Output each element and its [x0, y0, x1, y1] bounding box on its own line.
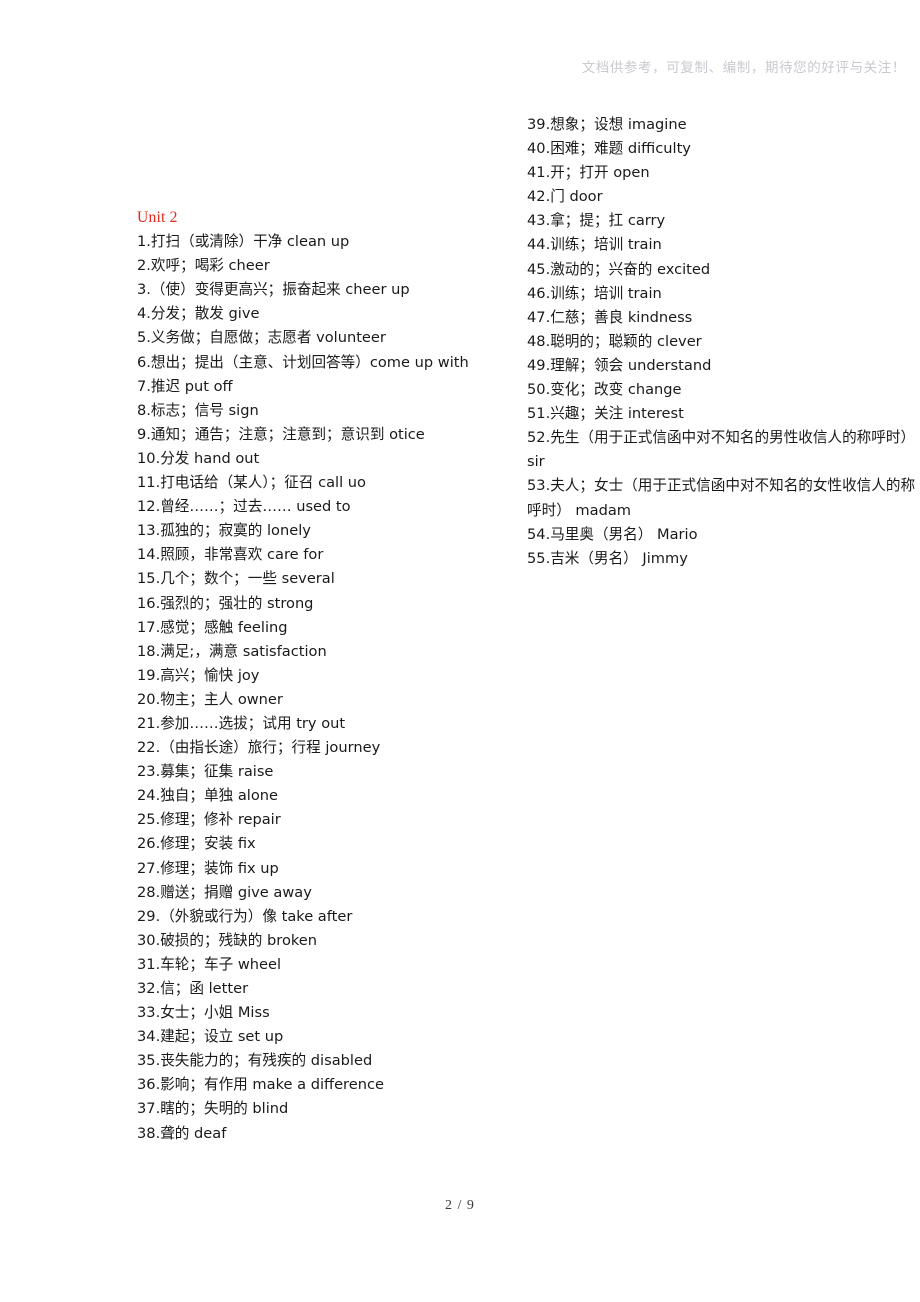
vocabulary-entry: 4.分发；散发 give: [137, 305, 260, 323]
vocabulary-entry: 30.破损的；残缺的 broken: [137, 931, 318, 949]
vocabulary-entry: 33.女士；小姐 Miss: [137, 1004, 270, 1022]
vocabulary-entry: 35.丧失能力的；有残疾的 disabled: [137, 1052, 373, 1070]
vocabulary-column-right: 39.想象；设想 imagine 40.困难；难题 difficulty 41.开；…: [527, 113, 917, 571]
vocabulary-entry: 26.修理；安装 fix: [137, 835, 256, 853]
vocabulary-entry: 42.门 door: [527, 188, 603, 206]
vocabulary-entry: 23.募集；征集 raise: [137, 763, 274, 781]
vocabulary-entry: 45.激动的；兴奋的 excited: [527, 260, 711, 278]
vocabulary-entry: 38.聋的 deaf: [137, 1124, 227, 1142]
vocabulary-entry: 2.欢呼；喝彩 cheer: [137, 257, 270, 275]
vocabulary-entry: 12.曾经……；过去…… used to: [137, 498, 351, 516]
vocabulary-entry: 5.义务做；自愿做；志愿者 volunteer: [137, 329, 386, 347]
vocabulary-list-left: 1.打扫（或清除）干净 clean up 2.欢呼；喝彩 cheer 3.（使）变得…: [137, 230, 502, 1146]
vocabulary-entry: 32.信；函 letter: [137, 980, 249, 997]
vocabulary-entry: 20.物主；主人 owner: [137, 690, 283, 708]
vocabulary-entry: 39.想象；设想 imagine: [527, 116, 687, 133]
vocabulary-entry: 17.感觉；感触 feeling: [137, 618, 288, 636]
vocabulary-entry: 46.训练；培训 train: [527, 284, 662, 302]
vocabulary-entry: 8.标志；信号 sign: [137, 401, 259, 419]
vocabulary-entry: 10.分发 hand out: [137, 449, 260, 467]
vocabulary-entry: 51.兴趣；关注 interest: [527, 405, 684, 423]
vocabulary-entry: 15.几个；数个；一些 several: [137, 570, 335, 588]
vocabulary-entry: 34.建起；设立 set up: [137, 1028, 284, 1046]
vocabulary-entry: 11.打电话给（某人）；征召 call uo: [137, 474, 366, 492]
vocabulary-list-right: 39.想象；设想 imagine 40.困难；难题 difficulty 41.开；…: [527, 113, 917, 571]
vocabulary-entry: 24.独自；单独 alone: [137, 787, 278, 805]
vocabulary-entry: 7.推迟 put off: [137, 377, 233, 395]
vocabulary-entry: 54.马里奥（男名） Mario: [527, 525, 698, 543]
vocabulary-entry: 47.仁慈；善良 kindness: [527, 308, 693, 326]
vocabulary-entry: 40.困难；难题 difficulty: [527, 140, 691, 158]
vocabulary-entry: 29.（外貌或行为）像 take after: [137, 907, 353, 925]
vocabulary-entry: 49.理解；领会 understand: [527, 356, 712, 374]
vocabulary-entry: 37.瞎的；失明的 blind: [137, 1100, 289, 1118]
vocabulary-entry: 53.夫人；女士（用于正式信函中对不知名的女性收信人的称呼时） madam: [527, 477, 916, 519]
vocabulary-entry: 14.照顾，非常喜欢 care for: [137, 546, 324, 564]
vocabulary-entry: 16.强烈的；强壮的 strong: [137, 594, 314, 612]
vocabulary-entry: 3.（使）变得更高兴；振奋起来 cheer up: [137, 281, 410, 299]
vocabulary-entry: 48.聪明的；聪颖的 clever: [527, 332, 702, 350]
vocabulary-entry: 22.（由指长途）旅行；行程 journey: [137, 739, 381, 757]
vocabulary-entry: 55.吉米（男名） Jimmy: [527, 549, 688, 567]
vocabulary-entry: 1.打扫（或清除）干净 clean up: [137, 233, 350, 251]
vocabulary-entry: 27.修理；装饰 fix up: [137, 859, 279, 877]
document-page: 文档供参考，可复制、编制，期待您的好评与关注！ Unit 2 1.打扫（或清除）…: [0, 0, 920, 1302]
vocabulary-entry: 44.训练；培训 train: [527, 236, 662, 254]
vocabulary-entry: 18.满足;，满意 satisfaction: [137, 642, 327, 660]
vocabulary-entry: 6.想出；提出（主意、计划回答等）come up with: [137, 353, 469, 371]
vocabulary-entry: 21.参加……选拔；试用 try out: [137, 714, 346, 732]
vocabulary-entry: 36.影响；有作用 make a difference: [137, 1076, 384, 1094]
vocabulary-entry: 25.修理；修补 repair: [137, 811, 281, 829]
vocabulary-entry: 50.变化；改变 change: [527, 381, 682, 399]
vocabulary-column-left: Unit 2 1.打扫（或清除）干净 clean up 2.欢呼；喝彩 cheer…: [137, 206, 502, 1146]
vocabulary-entry: 52.先生（用于正式信函中对不知名的男性收信人的称呼时） sir: [527, 429, 916, 471]
page-number: 2 / 9: [445, 1198, 475, 1213]
vocabulary-entry: 31.车轮；车子 wheel: [137, 955, 282, 973]
unit-heading: Unit 2: [137, 209, 178, 226]
vocabulary-entry: 9.通知；通告；注意；注意到；意识到 otice: [137, 425, 425, 443]
vocabulary-entry: 43.拿；提；扛 carry: [527, 212, 666, 230]
vocabulary-entry: 19.高兴；愉快 joy: [137, 666, 260, 684]
vocabulary-entry: 41.开；打开 open: [527, 164, 650, 182]
header-watermark: 文档供参考，可复制、编制，期待您的好评与关注！: [581, 60, 906, 75]
vocabulary-entry: 28.赠送；捐赠 give away: [137, 883, 312, 901]
vocabulary-entry: 13.孤独的；寂寞的 lonely: [137, 522, 311, 540]
